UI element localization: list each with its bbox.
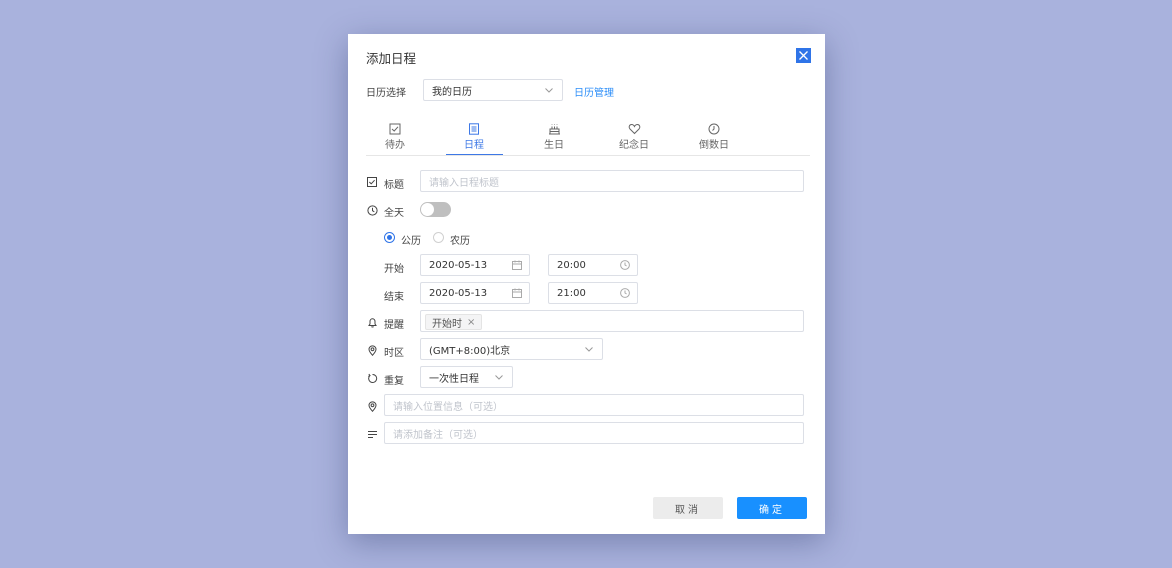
end-label: 结束 (384, 292, 404, 303)
text-lines-icon (367, 430, 377, 438)
toggle-knob (421, 203, 434, 216)
location-input[interactable]: 请输入位置信息（可选） (384, 394, 804, 416)
tab-label: 待办 (385, 140, 405, 151)
cake-icon (548, 124, 560, 135)
end-date-input[interactable]: 2020-05-13 (420, 282, 530, 304)
calendar-icon (512, 288, 522, 298)
location-row-icon (366, 400, 378, 412)
tab-birthday[interactable]: 生日 (524, 120, 584, 151)
start-date-input[interactable]: 2020-05-13 (420, 254, 530, 276)
tag-close-icon[interactable]: × (467, 317, 475, 328)
note-input[interactable]: 请添加备注（可选） (384, 422, 804, 444)
clock-icon (708, 123, 720, 135)
reminder-input[interactable]: 开始时 × (420, 310, 804, 332)
end-time-input[interactable]: 21:00 (548, 282, 638, 304)
tab-label: 倒数日 (699, 140, 729, 151)
tab-schedule[interactable]: 日程 (444, 120, 504, 151)
reminder-tag: 开始时 × (425, 314, 483, 330)
close-button[interactable] (796, 48, 811, 63)
reminder-label: 提醒 (384, 320, 404, 331)
solar-calendar-label: 公历 (401, 236, 421, 247)
allday-label: 全天 (384, 208, 404, 219)
repeat-row-icon (366, 372, 378, 384)
tab-label: 日程 (464, 140, 484, 151)
title-label: 标题 (384, 180, 404, 191)
dialog-title: 添加日程 (366, 51, 417, 66)
reminder-row-icon (366, 316, 378, 328)
solar-calendar-radio[interactable] (384, 232, 395, 243)
repeat-icon (367, 373, 377, 383)
bell-icon (367, 317, 377, 328)
title-row-icon (366, 176, 378, 188)
allday-toggle[interactable] (420, 202, 451, 217)
note-placeholder: 请添加备注（可选） (393, 429, 483, 441)
repeat-label: 重复 (384, 376, 404, 387)
start-time-value: 20:00 (557, 259, 586, 271)
repeat-value: 一次性日程 (429, 373, 479, 385)
allday-row-icon (366, 204, 378, 216)
end-time-value: 21:00 (557, 287, 586, 299)
document-icon (469, 123, 479, 135)
location-placeholder: 请输入位置信息（可选） (393, 401, 503, 413)
calendar-select-label: 日历选择 (366, 88, 406, 99)
clock-icon (620, 288, 630, 298)
location-pin-icon (367, 400, 377, 412)
title-input[interactable]: 请输入日程标题 (420, 170, 804, 192)
start-time-input[interactable]: 20:00 (548, 254, 638, 276)
timezone-value: (GMT+8:00)北京 (429, 345, 511, 357)
close-icon (799, 51, 808, 60)
chevron-down-icon (495, 375, 503, 380)
calendar-manage-link[interactable]: 日历管理 (574, 84, 614, 99)
chevron-down-icon (585, 347, 593, 352)
timezone-row-icon (366, 344, 378, 356)
tabs-divider (366, 155, 810, 156)
lunar-calendar-label: 农历 (450, 236, 470, 247)
tab-label: 生日 (544, 140, 564, 151)
heart-icon (628, 123, 640, 135)
confirm-button[interactable]: 确定 (737, 497, 807, 519)
cancel-button[interactable]: 取消 (653, 497, 723, 519)
timezone-label: 时区 (384, 348, 404, 359)
timezone-select[interactable]: (GMT+8:00)北京 (420, 338, 603, 360)
tab-todo[interactable]: 待办 (365, 120, 425, 151)
reminder-tag-label: 开始时 (432, 318, 462, 330)
start-date-value: 2020-05-13 (429, 259, 488, 271)
lunar-calendar-radio[interactable] (433, 232, 444, 243)
title-placeholder: 请输入日程标题 (429, 177, 499, 189)
add-schedule-dialog: 添加日程 日历选择 我的日历 日历管理 待办 日程 生日 纪念日 倒数日 标题 … (348, 34, 825, 534)
chevron-down-icon (545, 88, 553, 93)
clock-icon (366, 204, 378, 216)
location-pin-icon (367, 344, 377, 356)
start-label: 开始 (384, 264, 404, 275)
tab-anniversary[interactable]: 纪念日 (604, 120, 664, 151)
calendar-select[interactable]: 我的日历 (423, 79, 563, 101)
end-date-value: 2020-05-13 (429, 287, 488, 299)
note-row-icon (366, 428, 378, 440)
repeat-select[interactable]: 一次性日程 (420, 366, 513, 388)
checkbox-icon (367, 177, 377, 187)
tab-label: 纪念日 (619, 140, 649, 151)
checkbox-icon (389, 123, 401, 135)
clock-icon (620, 260, 630, 270)
calendar-icon (512, 260, 522, 270)
calendar-select-value: 我的日历 (432, 86, 472, 98)
tab-countdown[interactable]: 倒数日 (684, 120, 744, 151)
